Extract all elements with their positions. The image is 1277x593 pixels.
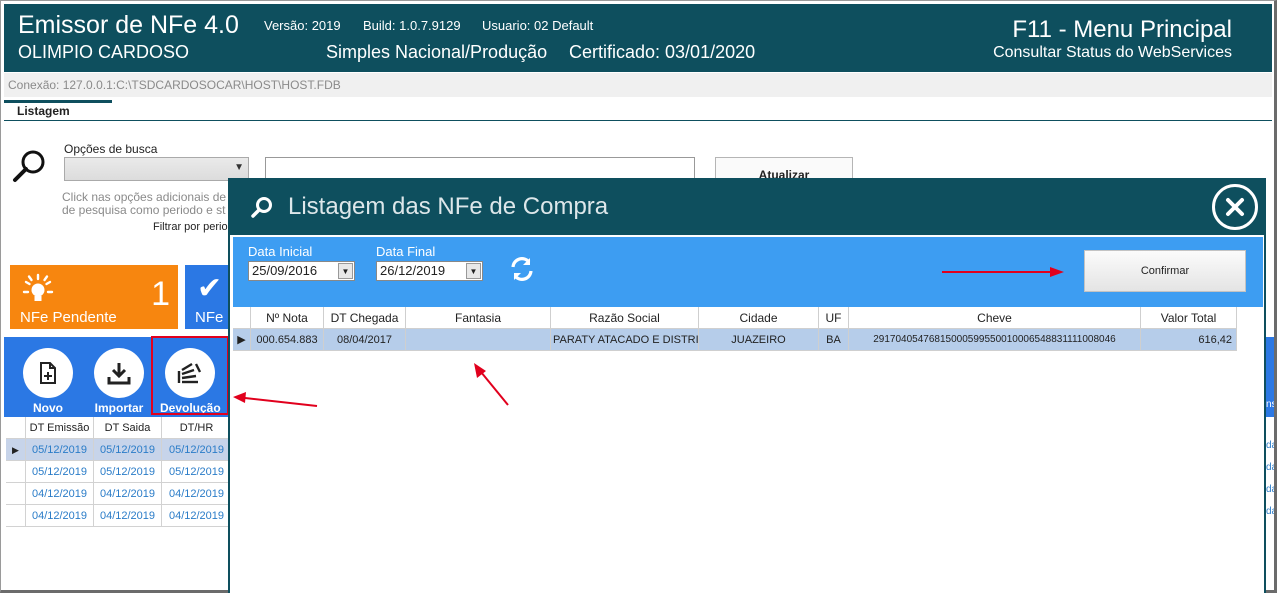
annotation-arrow-devolucao (244, 397, 318, 407)
annotation-arrows (233, 267, 1064, 407)
annotation-arrow-row (480, 371, 509, 406)
